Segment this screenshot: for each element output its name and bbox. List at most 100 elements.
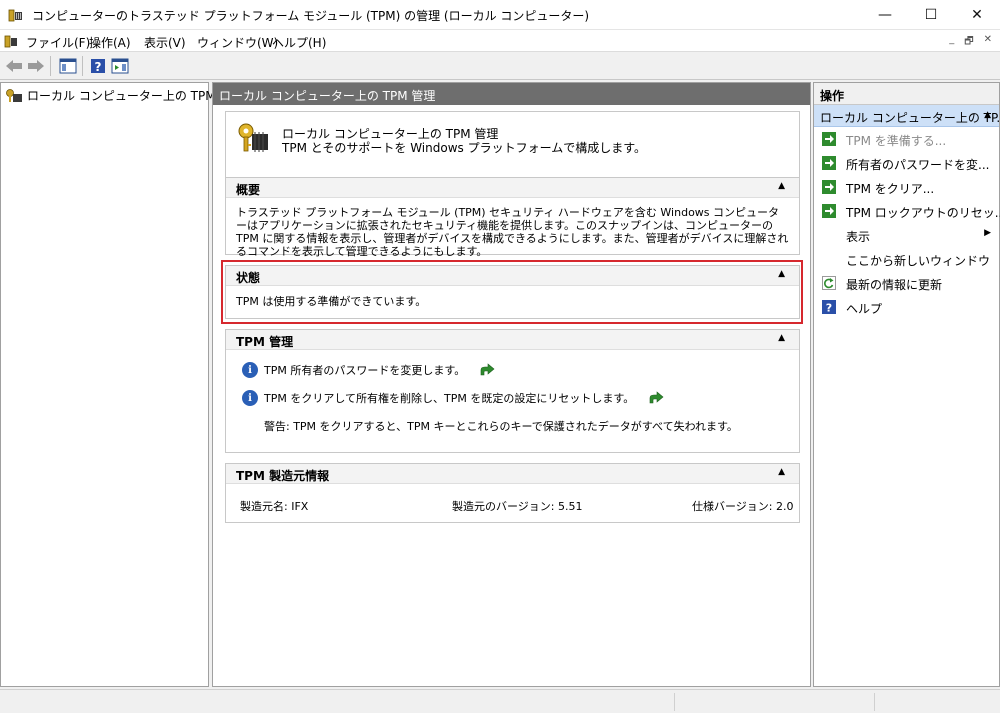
action-view[interactable]: 表示 ▶ <box>814 223 999 247</box>
console-tree-icon <box>59 58 77 74</box>
overview-section: 概要 ▲ トラステッド プラットフォーム モジュール (TPM) セキュリティ … <box>225 177 800 258</box>
status-bar <box>0 689 1000 713</box>
action-new-window[interactable]: ここから新しいウィンドウ <box>814 247 999 271</box>
forward-arrow-icon <box>28 60 44 72</box>
show-hide-tree-button[interactable] <box>58 56 78 76</box>
action-label: 所有者のパスワードを変... <box>846 158 990 172</box>
action-pane-icon <box>111 58 129 74</box>
green-arrow-icon <box>822 180 836 194</box>
tpm-key-icon <box>8 9 22 22</box>
spec-version: 仕様バージョン: 2.0 <box>692 500 794 513</box>
green-arrow-icon <box>822 204 836 218</box>
close-icon: ✕ <box>971 7 983 23</box>
action-label: 表示 <box>846 230 871 244</box>
help-button[interactable]: ? <box>88 56 108 76</box>
intro-subtitle: TPM とそのサポートを Windows プラットフォームで構成します。 <box>282 141 647 155</box>
menu-view[interactable]: 表示(V) <box>144 34 186 51</box>
menu-file[interactable]: ファイル(F) <box>26 34 90 51</box>
actions-title: 操作 <box>814 83 999 105</box>
action-clear-tpm[interactable]: TPM をクリア... <box>814 175 999 199</box>
action-refresh[interactable]: 最新の情報に更新 <box>814 271 999 295</box>
status-bar-divider <box>674 693 675 711</box>
tpm-chip-key-icon <box>238 123 268 152</box>
overview-header[interactable]: 概要 ▲ <box>226 178 799 198</box>
forward-button[interactable] <box>26 56 46 76</box>
manufacturer-name: 製造元名: IFX <box>240 500 309 513</box>
go-arrow-icon[interactable] <box>648 391 664 405</box>
results-header: ローカル コンピューター上の TPM 管理 <box>213 83 810 105</box>
warning-row: 警告: TPM をクリアすると、TPM キーとこれらのキーで保護されたデータがす… <box>264 418 738 434</box>
action-prepare-tpm[interactable]: TPM を準備する... <box>814 127 999 151</box>
overview-text: トラステッド プラットフォーム モジュール (TPM) セキュリティ ハードウェ… <box>236 206 789 258</box>
menu-window[interactable]: ウィンドウ(W) <box>197 34 278 51</box>
help-icon: ? <box>91 59 105 74</box>
minimize-button[interactable]: — <box>862 0 908 30</box>
collapse-icon[interactable]: ▲ <box>984 110 991 120</box>
menu-action[interactable]: 操作(A) <box>89 34 131 51</box>
change-password-row: i TPM 所有者のパスワードを変更します。 <box>242 362 495 378</box>
action-label: TPM ロックアウトのリセッ... <box>846 206 1000 220</box>
manufacturer-version: 製造元のバージョン: 5.51 <box>452 500 583 513</box>
actions-group-label: ローカル コンピューター上の TP... <box>820 111 1000 125</box>
results-pane: ローカル コンピューター上の TPM 管理 ローカル コンピューター上の TPM… <box>212 82 811 687</box>
clear-tpm-row: i TPM をクリアして所有権を削除し、TPM を既定の設定にリセットします。 <box>242 390 664 406</box>
overview-heading: 概要 <box>236 183 261 197</box>
info-icon: i <box>242 390 258 406</box>
tpm-key-icon <box>6 88 22 102</box>
action-reset-lockout[interactable]: TPM ロックアウトのリセッ... <box>814 199 1000 223</box>
help-icon: ? <box>822 300 836 314</box>
tree-item-tpm-management[interactable]: ローカル コンピューター上の TPM 管理 <box>5 87 243 104</box>
menu-help[interactable]: ヘルプ(H) <box>272 34 326 51</box>
action-change-owner-password[interactable]: 所有者のパスワードを変... <box>814 151 999 175</box>
green-arrow-icon <box>822 132 836 146</box>
warning-text: 警告: TPM をクリアすると、TPM キーとこれらのキーで保護されたデータがす… <box>264 420 738 433</box>
go-arrow-icon[interactable] <box>479 363 495 377</box>
submenu-arrow-icon: ▶ <box>984 228 991 238</box>
action-label: TPM をクリア... <box>846 182 935 196</box>
svg-text:?: ? <box>95 60 102 74</box>
green-arrow-icon <box>822 156 836 170</box>
minimize-icon: — <box>878 7 892 23</box>
action-help[interactable]: ? ヘルプ <box>814 295 999 319</box>
tpm-key-icon[interactable] <box>4 33 18 49</box>
tree-item-label: ローカル コンピューター上の TPM 管理 <box>27 89 244 103</box>
status-highlight-box <box>221 260 803 324</box>
mdi-close-button[interactable]: ✕ <box>984 34 992 51</box>
manufacturer-heading: TPM 製造元情報 <box>236 469 330 483</box>
management-header[interactable]: TPM 管理 ▲ <box>226 330 799 350</box>
menu-bar: ファイル(F) 操作(A) 表示(V) ウィンドウ(W) ヘルプ(H) _ 🗗 … <box>0 30 1000 52</box>
refresh-icon <box>822 276 836 290</box>
change-password-text: TPM 所有者のパスワードを変更します。 <box>264 364 466 377</box>
action-label: TPM を準備する... <box>846 134 947 148</box>
toolbar-separator <box>82 56 83 76</box>
svg-text:?: ? <box>826 302 832 315</box>
collapse-icon[interactable]: ▲ <box>778 467 785 477</box>
mdi-minimize-button[interactable]: _ <box>949 34 954 51</box>
show-hide-action-pane-button[interactable] <box>110 56 130 76</box>
toolbar: ? <box>0 52 1000 80</box>
action-label: ヘルプ <box>846 302 883 316</box>
back-arrow-icon <box>6 60 22 72</box>
mdi-restore-button[interactable]: 🗗 <box>964 34 973 51</box>
maximize-button[interactable]: ☐ <box>908 0 954 30</box>
collapse-icon[interactable]: ▲ <box>778 333 785 343</box>
actions-group-header[interactable]: ローカル コンピューター上の TP... ▲ <box>814 105 1000 127</box>
back-button[interactable] <box>4 56 24 76</box>
status-bar-divider <box>874 693 875 711</box>
actions-pane: 操作 ローカル コンピューター上の TP... ▲ TPM を準備する... 所… <box>813 82 1000 687</box>
close-button[interactable]: ✕ <box>954 0 1000 30</box>
manufacturer-header[interactable]: TPM 製造元情報 ▲ <box>226 464 799 484</box>
console-tree: ローカル コンピューター上の TPM 管理 <box>0 82 243 687</box>
collapse-icon[interactable]: ▲ <box>778 181 785 191</box>
management-heading: TPM 管理 <box>236 335 294 349</box>
info-icon: i <box>242 362 258 378</box>
clear-tpm-text: TPM をクリアして所有権を削除し、TPM を既定の設定にリセットします。 <box>264 392 635 405</box>
manufacturer-section: TPM 製造元情報 ▲ 製造元名: IFX 製造元のバージョン: 5.51 仕様… <box>225 463 800 523</box>
action-label: ここから新しいウィンドウ <box>846 254 991 268</box>
title-bar: コンピューターのトラステッド プラットフォーム モジュール (TPM) の管理 … <box>0 0 1000 30</box>
toolbar-separator <box>50 56 51 76</box>
tpm-management-section: TPM 管理 ▲ i TPM 所有者のパスワードを変更します。 i TPM をク… <box>225 329 800 453</box>
action-label: 最新の情報に更新 <box>846 278 943 292</box>
window-title: コンピューターのトラステッド プラットフォーム モジュール (TPM) の管理 … <box>32 9 590 23</box>
maximize-icon: ☐ <box>924 7 938 23</box>
